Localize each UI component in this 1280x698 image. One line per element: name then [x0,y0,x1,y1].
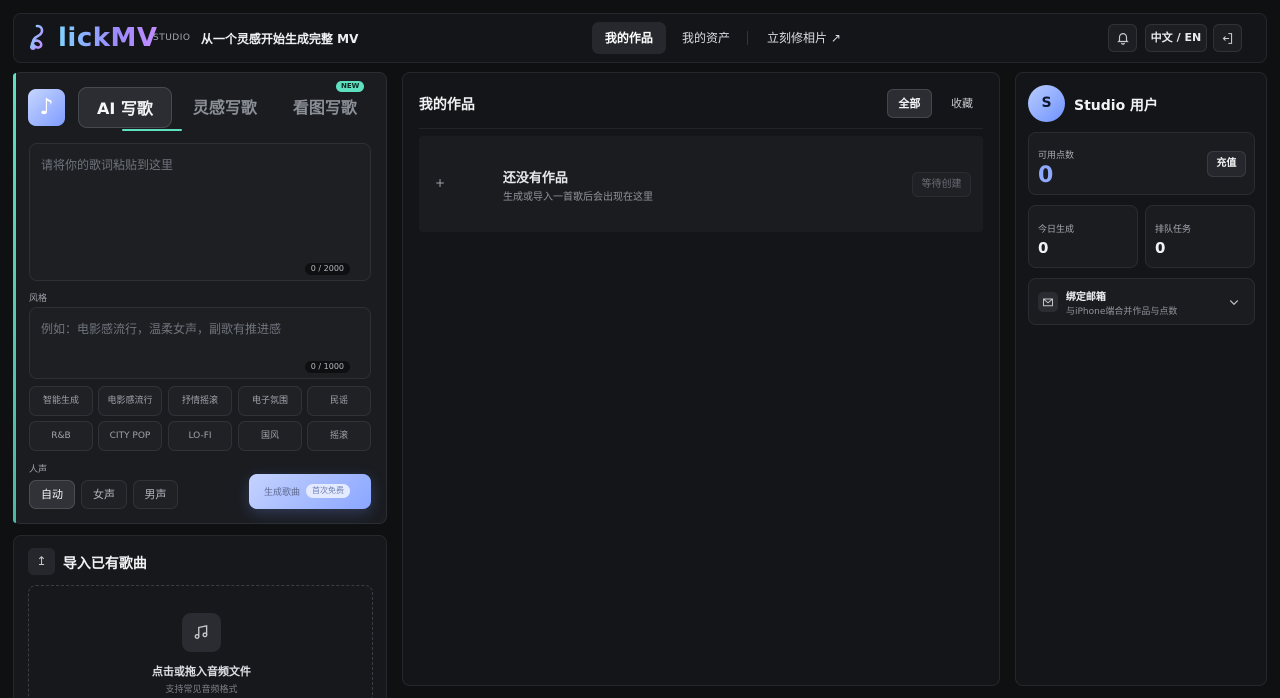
slogan: 从一个灵感开始生成完整 MV [201,32,359,46]
tab-ai-write[interactable]: AI 写歌 [78,87,172,128]
queue-label: 排队任务 [1155,225,1192,235]
points-card: 可用点数 0 充值 [1028,132,1255,195]
generate-song-button[interactable]: 生成歌曲 首次免费 [249,474,371,509]
music-note-icon: ♪ [39,95,54,120]
awaiting-status: 等待创建 [912,172,971,197]
music-logo-icon [30,24,44,50]
lyrics-counter: 0 / 2000 [304,263,350,275]
lyrics-placeholder: 请将你的歌词粘贴到这里 [41,158,174,172]
compose-panel: ♪ AI 写歌 灵感写歌 看图写歌 NEW 请将你的歌词粘贴到这里 0 / 20… [13,72,387,524]
points-value: 0 [1038,163,1054,188]
user-panel: S Studio 用户 可用点数 0 充值 今日生成 0 排队任务 0 绑定邮箱… [1015,72,1267,686]
mail-icon-badge [1038,292,1058,312]
queue-stat-card: 排队任务 0 [1145,205,1255,268]
free-badge: 首次免费 [306,484,350,498]
notification-button[interactable] [1108,24,1137,52]
nav-divider [747,31,748,45]
nav-my-works[interactable]: 我的作品 [592,22,667,54]
dropzone-title: 点击或拖入音频文件 [152,665,251,678]
empty-description: 生成或导入一首歌后会出现在这里 [503,192,653,203]
style-label: 风格 [29,294,48,304]
style-chip[interactable]: 民谣 [307,386,371,416]
logo-text[interactable]: lickMV [58,22,158,54]
avatar[interactable]: S [1028,85,1065,122]
language-switch[interactable]: 中文 / EN [1145,24,1207,52]
voice-female[interactable]: 女声 [81,480,127,509]
today-value: 0 [1038,239,1049,257]
top-bar: lickMV STUDIO 从一个灵感开始生成完整 MV 我的作品 我的资产 立… [13,13,1267,63]
bind-email-card[interactable]: 绑定邮箱 与iPhone端合并作品与点数 [1028,278,1255,325]
empty-works-card: + 还没有作品 生成或导入一首歌后会出现在这里 等待创建 [419,136,983,232]
logo-subtitle: STUDIO [153,33,191,43]
points-label: 可用点数 [1038,151,1075,161]
recharge-button[interactable]: 充值 [1207,151,1246,177]
queue-value: 0 [1155,239,1166,257]
generate-label: 生成歌曲 [264,488,301,498]
audio-file-badge [182,613,221,652]
style-input[interactable]: 例如：电影感流行，温柔女声，副歌有推进感 0 / 1000 [29,307,371,379]
style-chip[interactable]: R&B [29,421,93,451]
works-title: 我的作品 [419,97,475,113]
accent-bar [13,73,16,523]
music-note-badge: ♪ [28,89,65,126]
style-chip[interactable]: 摇滚 [307,421,371,451]
user-name: Studio 用户 [1074,98,1159,114]
logout-icon [1222,33,1233,44]
chevron-down-icon[interactable] [1228,296,1240,308]
style-chip[interactable]: 抒情摇滚 [168,386,232,416]
tab-underline [122,129,182,131]
filter-favorites[interactable]: 收藏 [940,89,984,118]
music-file-icon [194,624,208,639]
bind-email-desc: 与iPhone端合并作品与点数 [1066,307,1178,317]
nav-photo-fix-link[interactable]: 立刻修相片 ↗ [754,22,854,54]
style-chip[interactable]: LO-FI [168,421,232,451]
bell-icon [1116,33,1129,45]
bind-email-title: 绑定邮箱 [1066,292,1106,303]
dropzone-hint: 支持常见音频格式 [165,685,238,695]
filter-all[interactable]: 全部 [887,89,932,118]
today-stat-card: 今日生成 0 [1028,205,1138,268]
add-work-icon[interactable]: + [435,176,445,190]
mail-icon [1043,298,1053,307]
tab-image-write[interactable]: 看图写歌 [282,87,368,128]
new-badge: NEW [336,81,365,92]
style-placeholder: 例如：电影感流行，温柔女声，副歌有推进感 [41,322,282,336]
lyrics-input[interactable]: 请将你的歌词粘贴到这里 0 / 2000 [29,143,371,281]
import-panel: ↥ 导入已有歌曲 点击或拖入音频文件 支持常见音频格式 [13,535,387,698]
empty-title: 还没有作品 [503,171,569,186]
voice-male[interactable]: 男声 [133,480,178,509]
voice-auto[interactable]: 自动 [29,480,75,509]
style-chip[interactable]: 智能生成 [29,386,93,416]
style-chip[interactable]: 国风 [238,421,302,451]
nav-my-assets[interactable]: 我的资产 [669,22,743,54]
import-title: 导入已有歌曲 [63,556,147,572]
audio-dropzone[interactable]: 点击或拖入音频文件 支持常见音频格式 [28,585,373,698]
voice-label: 人声 [29,465,48,475]
logout-button[interactable] [1213,24,1242,52]
style-counter: 0 / 1000 [304,361,350,373]
tab-inspiration-write[interactable]: 灵感写歌 [184,87,266,128]
works-panel: 我的作品 全部 收藏 + 还没有作品 生成或导入一首歌后会出现在这里 等待创建 [402,72,1000,686]
style-chip[interactable]: 电影感流行 [98,386,162,416]
today-label: 今日生成 [1038,225,1075,235]
works-divider [419,128,983,129]
upload-icon: ↥ [28,548,55,575]
style-chip[interactable]: 电子氛围 [238,386,302,416]
style-chip[interactable]: CITY POP [98,421,162,451]
